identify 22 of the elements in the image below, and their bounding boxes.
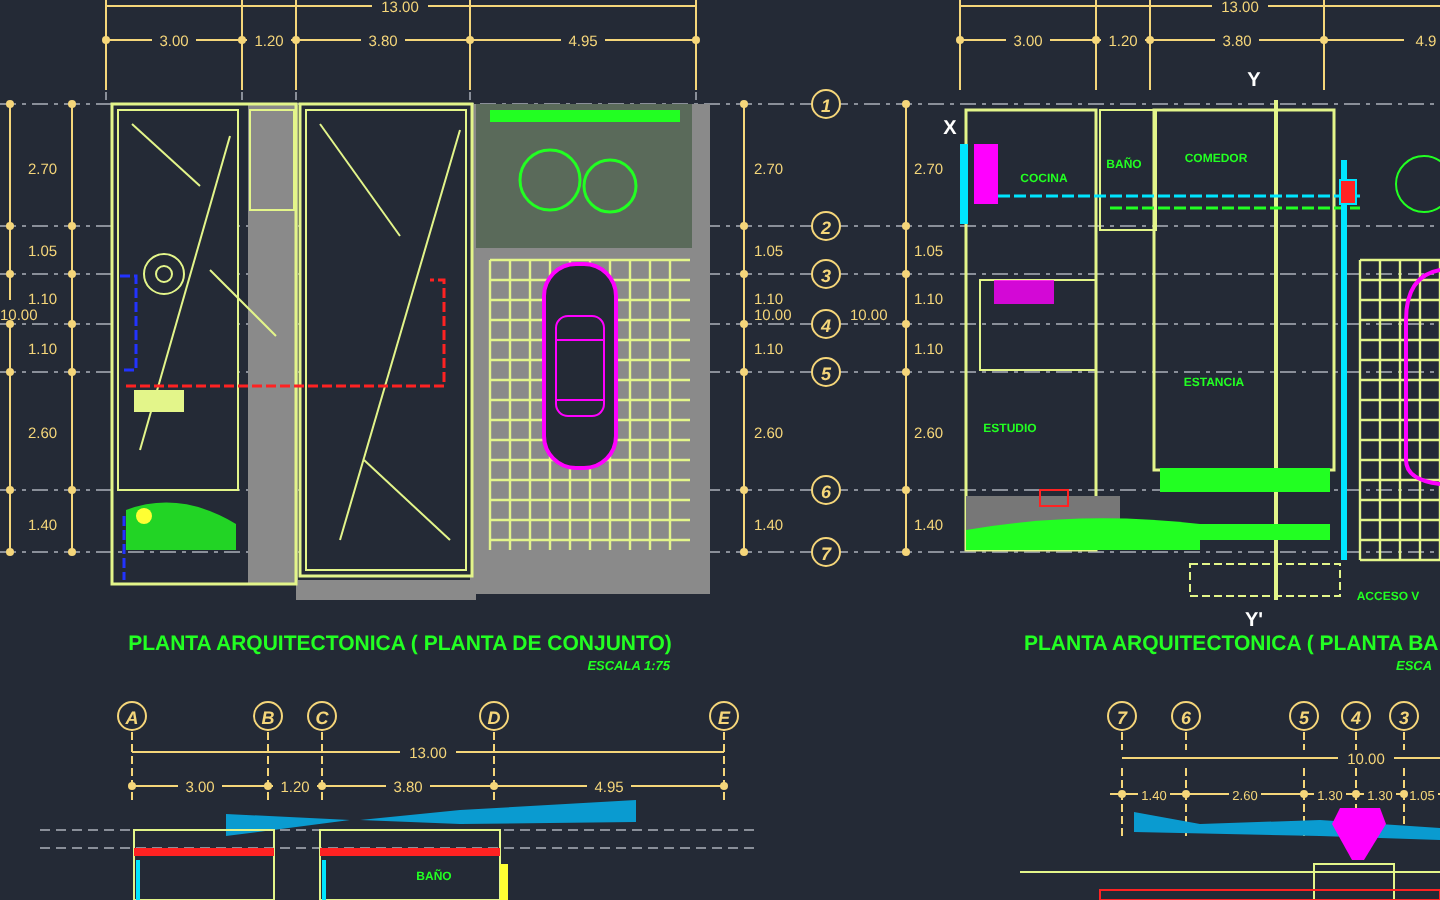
grid-axis-marker: 6 xyxy=(811,475,841,505)
grid-axis-marker: 7 xyxy=(811,537,841,567)
grid-axis-marker: 5 xyxy=(811,357,841,387)
grid-axis-marker: 4 xyxy=(811,309,841,339)
grid-axis-marker: 7 xyxy=(1107,701,1137,731)
grid-axis-marker: D xyxy=(479,701,509,731)
grid-axis-marker: 2 xyxy=(811,211,841,241)
drawing-title: PLANTA ARQUITECTONICA ( PLANTA BA xyxy=(1024,632,1439,656)
section-marker: X xyxy=(943,118,957,140)
grid-axis-marker: C xyxy=(307,701,337,731)
drawing-title: PLANTA ARQUITECTONICA ( PLANTA DE CONJUNTO) xyxy=(128,632,672,656)
grid-axis-marker: 3 xyxy=(1389,701,1419,731)
section-marker: Y xyxy=(1247,70,1261,92)
grid-axis-marker: B xyxy=(253,701,283,731)
section-marker: Y' xyxy=(1244,610,1264,632)
grid-axis-marker: 1 xyxy=(811,89,841,119)
grid-axis-marker: 6 xyxy=(1171,701,1201,731)
grid-axis-marker: E xyxy=(709,701,739,731)
grid-axis-marker: A xyxy=(117,701,147,731)
grid-axis-marker: 4 xyxy=(1341,701,1371,731)
grid-axis-marker: 3 xyxy=(811,259,841,289)
grid-axis-marker: 5 xyxy=(1289,701,1319,731)
